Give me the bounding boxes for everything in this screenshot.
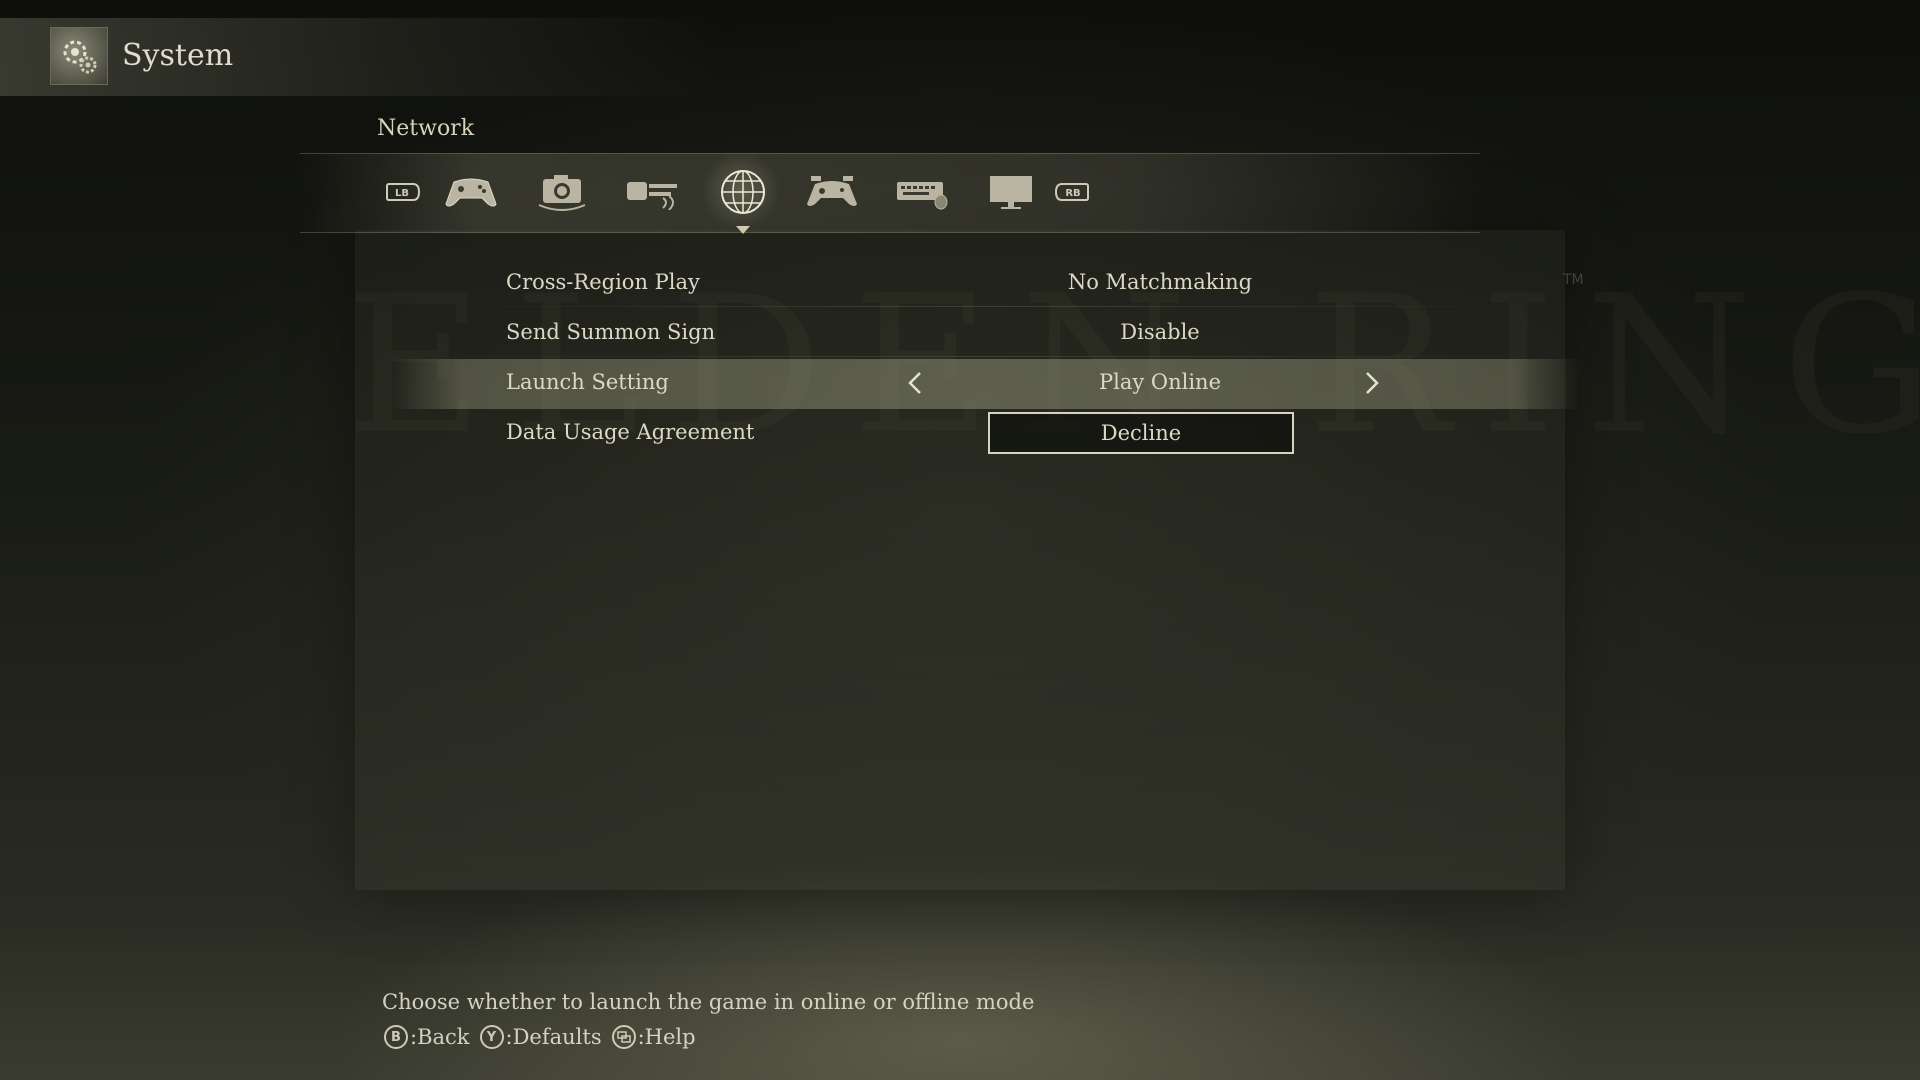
gamepad-icon[interactable] bbox=[443, 162, 499, 222]
row-divider bbox=[420, 356, 1540, 357]
setting-row-launch-setting[interactable]: Launch Setting Play Online bbox=[390, 359, 1580, 409]
setting-label: Data Usage Agreement bbox=[506, 420, 755, 444]
help-description: Choose whether to launch the game in onl… bbox=[382, 990, 1035, 1014]
setting-row-cross-region-play[interactable]: Cross-Region Play No Matchmaking bbox=[390, 259, 1580, 309]
setting-value: Disable bbox=[1120, 320, 1200, 344]
y-button-icon: Y bbox=[479, 1025, 504, 1049]
defaults-prompt[interactable]: Y :Defaults bbox=[479, 1025, 602, 1049]
rb-bumper-icon[interactable]: RB bbox=[1052, 162, 1092, 222]
setting-row-data-usage-agreement[interactable]: Data Usage Agreement Decline bbox=[390, 409, 1580, 459]
section-title: Network bbox=[377, 116, 475, 141]
keyboard-mouse-icon[interactable] bbox=[894, 162, 952, 222]
button-prompts: B :Back Y :Defaults :Help bbox=[384, 1025, 706, 1049]
chevron-right-icon[interactable] bbox=[1357, 368, 1387, 398]
setting-value: Play Online bbox=[1098, 370, 1222, 394]
setting-label: Launch Setting bbox=[506, 370, 669, 394]
sound-icon[interactable] bbox=[622, 162, 682, 222]
help-label: :Help bbox=[637, 1025, 696, 1049]
setting-label: Send Summon Sign bbox=[506, 320, 716, 344]
setting-row-send-summon-sign[interactable]: Send Summon Sign Disable bbox=[390, 309, 1580, 359]
b-button-icon: B bbox=[384, 1025, 408, 1049]
setting-label: Cross-Region Play bbox=[506, 270, 700, 294]
row-divider bbox=[420, 306, 1540, 307]
svg-text:RB: RB bbox=[1065, 188, 1080, 199]
back-label: :Back bbox=[410, 1025, 470, 1049]
help-prompt[interactable]: :Help bbox=[611, 1025, 696, 1049]
chevron-left-icon[interactable] bbox=[900, 368, 930, 398]
svg-text:LB: LB bbox=[395, 188, 409, 199]
setting-value: No Matchmaking bbox=[1067, 270, 1253, 294]
back-prompt[interactable]: B :Back bbox=[384, 1025, 470, 1049]
camera-icon[interactable] bbox=[534, 162, 590, 222]
gear-icon bbox=[50, 27, 108, 85]
header-bar bbox=[0, 18, 720, 96]
active-tab-pointer bbox=[736, 226, 750, 234]
defaults-label: :Defaults bbox=[505, 1025, 602, 1049]
decline-button[interactable]: Decline bbox=[988, 412, 1294, 454]
globe-network-icon[interactable] bbox=[715, 162, 771, 222]
page-title: System bbox=[122, 38, 234, 73]
view-icon bbox=[611, 1025, 636, 1049]
lb-bumper-icon[interactable]: LB bbox=[383, 162, 423, 222]
controller-settings-icon[interactable] bbox=[804, 162, 860, 222]
display-monitor-icon[interactable] bbox=[985, 162, 1037, 222]
